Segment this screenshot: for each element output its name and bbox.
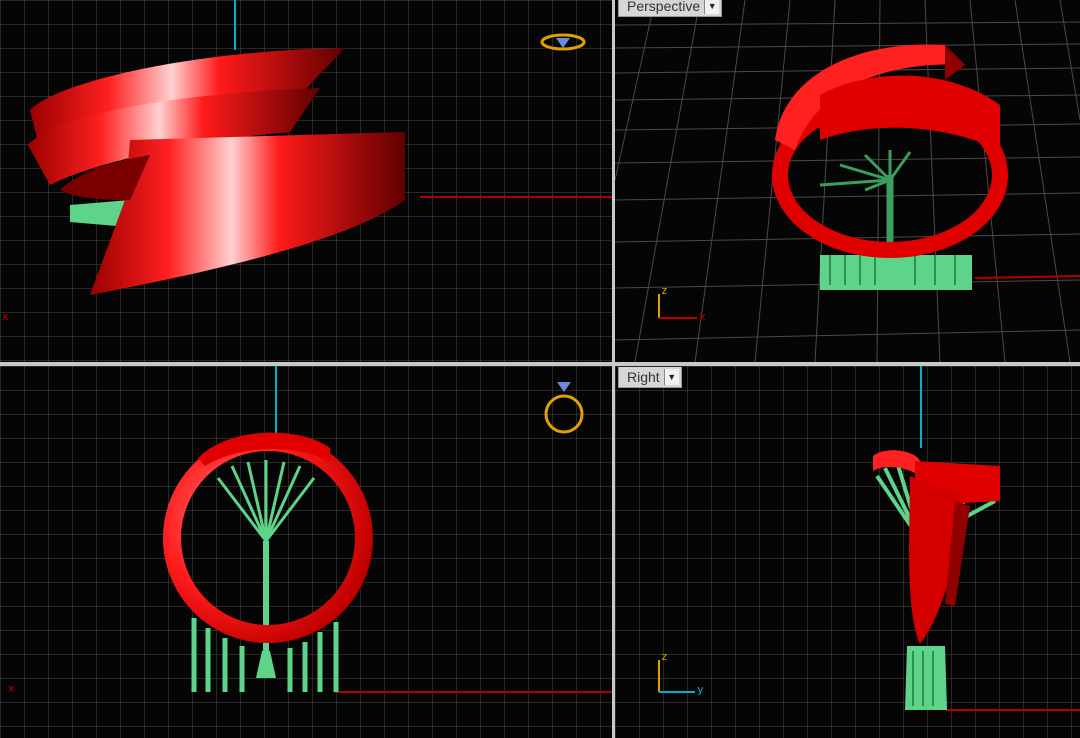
x-axis-line xyxy=(974,275,1080,279)
y-axis-label: y xyxy=(697,683,704,696)
axis-indicator xyxy=(658,294,697,319)
viewport-name: Perspective xyxy=(627,0,701,14)
front-viewport-canvas[interactable] xyxy=(0,366,612,738)
support-structure xyxy=(819,150,972,290)
x-axis-label: x xyxy=(2,310,9,323)
front-viewport[interactable]: x xyxy=(0,366,612,738)
perspective-viewport-tab[interactable]: Perspective ▼ xyxy=(618,0,723,17)
top-viewport[interactable]: x xyxy=(0,0,612,362)
right-viewport[interactable]: z y xyxy=(615,366,1080,738)
right-viewport-canvas[interactable] xyxy=(615,366,1080,738)
x-axis-label: x xyxy=(699,310,706,323)
perspective-viewport[interactable]: z x xyxy=(615,0,1080,362)
viewport-divider-horizontal[interactable] xyxy=(0,362,1080,366)
x-axis-label: x xyxy=(8,682,15,695)
z-axis-label: z xyxy=(661,650,668,663)
right-viewport-tab[interactable]: Right ▼ xyxy=(618,367,682,388)
grid xyxy=(615,366,1080,738)
top-viewport-canvas[interactable] xyxy=(0,0,612,362)
triangle-down-icon[interactable]: ▼ xyxy=(663,369,679,385)
z-axis-label: z xyxy=(661,284,668,297)
perspective-viewport-canvas[interactable] xyxy=(615,0,1080,362)
viewport-divider-vertical[interactable] xyxy=(612,0,615,738)
triangle-down-icon[interactable]: ▼ xyxy=(704,0,720,14)
perspective-grid xyxy=(615,0,1080,362)
viewport-name: Right xyxy=(627,369,660,385)
